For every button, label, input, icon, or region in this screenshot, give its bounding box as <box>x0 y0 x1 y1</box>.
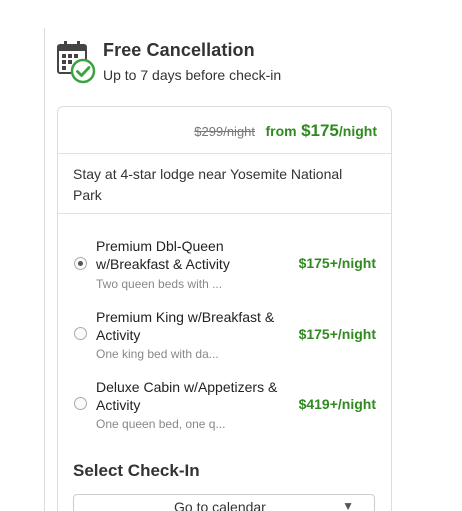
calendar-check-icon <box>56 38 98 84</box>
deal-description: Stay at 4-star lodge near Yosemite Natio… <box>73 166 343 203</box>
room-option-price: $419+/night <box>298 396 376 412</box>
checkin-button-label: Go to calendar <box>174 499 266 511</box>
left-divider <box>44 28 45 511</box>
booking-card: $299/night from $175/night Stay at 4-sta… <box>57 106 392 511</box>
cancellation-subtitle: Up to 7 days before check-in <box>103 67 282 83</box>
room-option-radio[interactable] <box>74 257 87 270</box>
room-option[interactable]: Premium King w/Breakfast & Activity One … <box>58 308 391 370</box>
room-option-name: Premium King w/Breakfast & Activity <box>96 309 275 343</box>
checkin-calendar-button[interactable]: Go to calendar ▼ <box>73 494 375 511</box>
room-option-name: Premium Dbl-Queen w/Breakfast & Activity <box>96 238 230 272</box>
room-option-detail: One king bed with da... <box>96 347 219 361</box>
room-option-price: $175+/night <box>298 326 376 342</box>
room-option-detail: One queen bed, one q... <box>96 417 226 431</box>
chevron-down-icon: ▼ <box>342 499 354 511</box>
price-summary: $299/night from $175/night <box>58 107 391 154</box>
room-option-detail: Two queen beds with ... <box>96 277 223 291</box>
room-option-radio[interactable] <box>74 327 87 340</box>
current-price: $175 <box>301 121 339 140</box>
free-cancellation-notice: Free Cancellation Up to 7 days before ch… <box>56 36 386 86</box>
room-option-radio[interactable] <box>74 397 87 410</box>
cancellation-title: Free Cancellation <box>103 40 255 60</box>
divider <box>58 213 391 214</box>
per-night-label: /night <box>338 123 377 139</box>
room-option[interactable]: Premium Dbl-Queen w/Breakfast & Activity… <box>58 237 391 299</box>
from-label: from <box>265 123 297 139</box>
select-checkin-heading: Select Check-In <box>73 461 200 480</box>
room-option-price: $175+/night <box>298 255 376 271</box>
original-price: $299/night <box>194 124 256 139</box>
room-option-name: Deluxe Cabin w/Appetizers & Activity <box>96 379 278 413</box>
room-option[interactable]: Deluxe Cabin w/Appetizers & Activity One… <box>58 378 391 440</box>
